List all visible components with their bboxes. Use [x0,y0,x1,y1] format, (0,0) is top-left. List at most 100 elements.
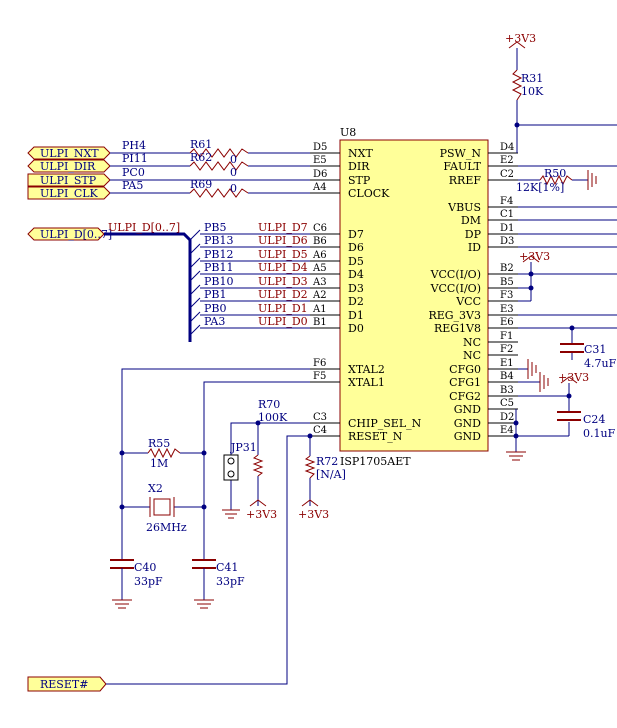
pin-name: XTAL2 [348,363,385,376]
pin-num: F5 [313,371,326,382]
mcu-pin-label: PH4 [122,139,146,152]
component-ref: R70 [258,398,280,411]
pin-num: C2 [500,169,514,180]
pin-name: D5 [348,255,364,268]
resistor-ref: R69 [190,178,212,191]
pin-num: A1 [312,304,327,315]
net-label: ULPI_D4 [258,261,308,274]
component-ref: JP31 [230,441,257,454]
pin-num: E5 [313,155,327,166]
capacitor-c31[interactable]: C31 4.7uF [560,343,617,370]
port-label: ULPI_NXT [40,147,99,160]
net-label: ULPI_D2 [258,288,308,301]
pin-name: GND [454,417,481,430]
pin-name: CHIP_SEL_N [348,417,422,430]
capacitor-c40[interactable]: C40 33pF [110,559,163,609]
pin-num: F1 [500,331,513,342]
pin-name: STP [348,174,371,187]
pin-name: NXT [348,147,373,160]
net-label: ULPI_D7 [258,221,308,234]
power-label: +3V3 [505,32,536,45]
pin-num: E1 [500,358,514,369]
pin-num: E6 [500,317,514,328]
pin-name: GND [454,430,481,443]
pin-num: D1 [500,223,514,234]
net-label: ULPI_D0 [258,315,308,328]
pin-num: D5 [313,142,327,153]
power-label: +3V3 [519,250,550,263]
port-ulpi-nxt[interactable]: ULPI_NXT [27,146,111,160]
pin-name: D4 [348,268,364,281]
port-ulpi-clk[interactable]: ULPI_CLK [27,186,111,200]
resistor-ref: R61 [190,138,212,151]
pin-num: A6 [312,250,327,261]
pin-num: A2 [312,290,327,301]
resistor-value: 0 [230,166,237,179]
pin-name: REG1V8 [434,322,481,335]
schematic-svg: U8 ISP1705AET D5 NXT E5 DIR D6 STP A4 CLOCK … [27,32,617,692]
resistor-r70[interactable]: R70 100K [252,398,288,477]
pin-name: NC [463,336,481,349]
jumper-jp31[interactable]: JP31 [223,441,257,481]
pin-name: CFG2 [449,390,481,403]
power-label: +3V3 [246,508,277,521]
pin-num: F3 [500,290,513,301]
pin-name: D1 [348,309,364,322]
power-label: +3V3 [558,371,589,384]
component-value: 0.1uF [583,427,616,440]
mcu-pin-label: PB13 [204,234,233,247]
port-ulpi-stp[interactable]: ULPI_STP [27,173,111,187]
pin-num: B6 [313,236,327,247]
bus-label: ULPI_D[0..7] [108,221,180,234]
pin-num: C3 [313,412,327,423]
port-label: RESET# [40,678,88,691]
component-value: 12K[1%] [516,181,564,194]
resistor-r69[interactable]: R69 0 [189,178,249,198]
pin-num: E2 [500,155,514,166]
pin-name: VCC(I/O) [430,282,481,295]
resistor-r62[interactable]: R62 0 [189,151,249,179]
port-label: ULPI_CLK [40,187,99,200]
component-value: 33pF [134,575,163,588]
power-label: +3V3 [298,508,329,521]
net-label: ULPI_D1 [258,302,308,315]
pin-name: PSW_N [440,147,482,160]
pin-num: D2 [500,412,514,423]
component-ref: C40 [134,561,156,574]
pin-num: D4 [500,142,514,153]
pin-num: A3 [312,277,327,288]
port-ulpi-d[interactable]: ULPI_D[0..7] [27,227,112,241]
mcu-pin-label: PA5 [122,179,143,192]
schematic-canvas: U8 ISP1705AET D5 NXT E5 DIR D6 STP A4 CLOCK … [0,0,617,723]
port-ulpi-dir[interactable]: ULPI_DIR [27,159,111,173]
mcu-pin-label: PB12 [204,248,233,261]
pin-name: VCC [455,295,481,308]
pin-name: XTAL1 [348,376,385,389]
component-ref: R31 [521,72,543,85]
pin-name: FAULT [443,160,481,173]
mcu-pin-label: PB1 [204,288,226,301]
crystal-x2[interactable]: X2 26MHz [146,482,187,534]
component-ref: R55 [148,437,170,450]
pin-name: D2 [348,295,364,308]
component-value: 33pF [216,575,245,588]
mcu-pin-label: PA3 [204,315,225,328]
pin-num: C5 [500,398,514,409]
component-value: 10K [521,85,544,98]
capacitor-c41[interactable]: C41 33pF [192,559,245,609]
net-label: ULPI_D3 [258,275,308,288]
pin-num: C6 [313,223,327,234]
resistor-r50[interactable]: R50 12K[1%] [516,167,573,194]
resistor-r55[interactable]: R55 1M [147,437,181,470]
pin-name: D0 [348,322,364,335]
resistor-ref: R62 [190,151,212,164]
chip-select-network [106,420,319,685]
pin-name: ID [468,241,481,254]
port-reset[interactable]: RESET# [27,676,107,692]
pin-name: DP [465,228,482,241]
pin-name: D3 [348,282,364,295]
pin-name: DIR [348,160,370,173]
pin-name: RREF [449,174,482,187]
component-ref: C41 [216,561,238,574]
resistor-r31[interactable]: R31 10K [511,69,544,101]
